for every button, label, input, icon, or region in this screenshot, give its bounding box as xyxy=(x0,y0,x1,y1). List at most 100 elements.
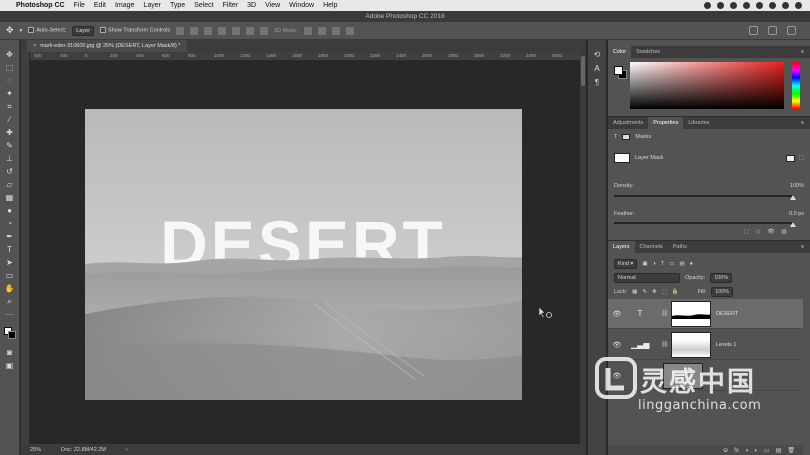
battery-icon[interactable] xyxy=(769,2,776,9)
move-tool-icon[interactable]: ✥ xyxy=(6,25,14,36)
type-tool-icon[interactable]: T xyxy=(4,245,16,255)
history-panel-icon[interactable]: ⟲ xyxy=(592,50,602,60)
panel-menu-icon[interactable]: ≡ xyxy=(801,244,810,250)
zoom-level[interactable]: 25% xyxy=(30,447,41,453)
menu-3d[interactable]: 3D xyxy=(247,2,256,9)
color-picker-field[interactable] xyxy=(630,62,784,109)
color-panel-foreground-swatch[interactable] xyxy=(614,66,623,75)
status-app-icon[interactable] xyxy=(704,2,711,9)
layer-style-fx-icon[interactable]: fx xyxy=(734,448,739,454)
transform-controls-checkbox[interactable] xyxy=(100,27,107,34)
menu-file[interactable]: File xyxy=(74,2,85,9)
align-right-icon[interactable] xyxy=(246,26,255,35)
eraser-tool-icon[interactable]: ▱ xyxy=(4,180,16,190)
3d-rotate-icon[interactable] xyxy=(303,26,312,35)
visibility-eye-icon[interactable]: 👁 xyxy=(611,310,623,318)
status-app2-icon[interactable] xyxy=(730,2,737,9)
layer-mask-thumbnail[interactable] xyxy=(614,153,630,163)
auto-select-checkbox[interactable] xyxy=(28,27,35,34)
fill-input[interactable]: 100% xyxy=(711,287,734,297)
document-tab[interactable]: × mark-eder-310600.jpg @ 25% (DESERT, Lay… xyxy=(27,40,187,52)
status-dropbox-icon[interactable] xyxy=(717,2,724,9)
mask-link-icon[interactable]: ⛓ xyxy=(661,310,669,317)
marquee-tool-icon[interactable]: ⬚ xyxy=(4,63,16,73)
blend-mode-dropdown[interactable]: Normal xyxy=(614,273,680,283)
menu-filter[interactable]: Filter xyxy=(223,2,239,9)
screen-mode-icon[interactable]: ▣ xyxy=(4,361,16,371)
layer-mask-thumbnail[interactable] xyxy=(671,300,711,327)
3d-slide-icon[interactable] xyxy=(345,26,354,35)
link-layers-icon[interactable]: ⊖ xyxy=(723,447,728,454)
layer-name[interactable]: Levels 1 xyxy=(716,342,737,348)
dodge-tool-icon[interactable]: ◔ xyxy=(4,219,16,229)
workspace-icon[interactable] xyxy=(768,26,777,35)
background-color-swatch[interactable] xyxy=(7,331,16,339)
menu-window[interactable]: Window xyxy=(289,2,314,9)
lock-artboard-icon[interactable]: ⬚ xyxy=(662,289,667,295)
delete-layer-icon[interactable]: 🗑 xyxy=(787,447,795,454)
align-middle-icon[interactable] xyxy=(190,26,199,35)
tab-libraries[interactable]: Libraries xyxy=(683,117,714,129)
share-icon[interactable] xyxy=(787,26,796,35)
layer-name[interactable]: DESERT xyxy=(716,311,738,317)
horizontal-ruler[interactable]: 400 200 0 200 400 600 800 1000 1200 1400… xyxy=(30,52,580,61)
panel-menu-icon[interactable]: ≡ xyxy=(801,120,810,126)
scrollbar-thumb[interactable] xyxy=(581,56,585,86)
visibility-eye-icon[interactable]: 👁 xyxy=(611,341,623,349)
lock-position-icon[interactable]: ✥ xyxy=(652,289,657,295)
feather-slider[interactable] xyxy=(614,222,794,224)
filter-smart-object-icon[interactable]: ▤ xyxy=(679,261,684,267)
hue-slider[interactable] xyxy=(792,62,800,109)
wifi-icon[interactable] xyxy=(756,2,763,9)
menu-image[interactable]: Image xyxy=(115,2,134,9)
magic-wand-tool-icon[interactable]: ✦ xyxy=(4,89,16,99)
canvas-vertical-scrollbar[interactable] xyxy=(580,52,586,444)
lasso-tool-icon[interactable]: ◌ xyxy=(4,76,16,86)
delete-mask-icon[interactable]: ▥ xyxy=(781,229,786,235)
menu-layer[interactable]: Layer xyxy=(143,2,161,9)
load-selection-icon[interactable]: ⬚ xyxy=(744,229,749,235)
auto-select-dropdown[interactable]: Layer xyxy=(72,25,95,36)
new-adjustment-icon[interactable]: ◐ xyxy=(754,448,758,454)
layer-mask-thumbnail[interactable] xyxy=(671,331,711,358)
add-vector-mask-icon[interactable]: ⬚ xyxy=(799,155,804,162)
add-mask-icon[interactable]: ◑ xyxy=(745,448,749,454)
tab-adjustments[interactable]: Adjustments xyxy=(608,117,648,129)
menu-app-name[interactable]: Photoshop CC xyxy=(16,2,65,9)
auto-select-option[interactable]: Auto-Select: xyxy=(28,27,66,34)
crop-tool-icon[interactable]: ⌗ xyxy=(4,102,16,112)
lock-image-icon[interactable]: ✎ xyxy=(642,289,647,295)
3d-roll-icon[interactable] xyxy=(317,26,326,35)
move-tool-icon[interactable]: ✥ xyxy=(4,50,16,60)
gradient-tool-icon[interactable]: ▦ xyxy=(4,193,16,203)
tool-preset-picker[interactable]: ▾ xyxy=(20,28,23,34)
panel-menu-icon[interactable]: ≡ xyxy=(801,49,810,55)
align-center-icon[interactable] xyxy=(232,26,241,35)
menu-edit[interactable]: Edit xyxy=(94,2,106,9)
density-slider-knob[interactable] xyxy=(790,195,796,200)
character-panel-icon[interactable]: A xyxy=(592,64,602,74)
spotlight-search-icon[interactable] xyxy=(782,2,789,9)
notification-center-icon[interactable] xyxy=(795,2,802,9)
tab-channels[interactable]: Channels xyxy=(635,241,668,253)
opacity-input[interactable]: 100% xyxy=(710,273,733,283)
path-selection-tool-icon[interactable]: ➤ xyxy=(4,258,16,268)
transform-controls-option[interactable]: Show Transform Controls xyxy=(100,27,170,34)
search-icon[interactable] xyxy=(749,26,758,35)
history-brush-tool-icon[interactable]: ↺ xyxy=(4,167,16,177)
tab-paths[interactable]: Paths xyxy=(668,241,692,253)
color-swatches[interactable] xyxy=(3,327,16,339)
3d-pan-icon[interactable] xyxy=(331,26,340,35)
mask-link-icon[interactable]: ⛓ xyxy=(661,341,669,348)
hand-tool-icon[interactable]: ✋ xyxy=(4,284,16,294)
lock-transparent-icon[interactable]: ▦ xyxy=(632,289,637,295)
rectangle-tool-icon[interactable]: ▭ xyxy=(4,271,16,281)
tab-layers[interactable]: Layers xyxy=(608,241,635,253)
menu-help[interactable]: Help xyxy=(323,2,337,9)
feather-slider-knob[interactable] xyxy=(790,222,796,227)
status-app3-icon[interactable] xyxy=(743,2,750,9)
filter-toggle-icon[interactable]: ● xyxy=(690,261,693,267)
filter-type-icon[interactable]: T xyxy=(661,261,664,267)
eyedropper-tool-icon[interactable]: ⁄ xyxy=(4,115,16,125)
blur-tool-icon[interactable]: ● xyxy=(4,206,16,216)
